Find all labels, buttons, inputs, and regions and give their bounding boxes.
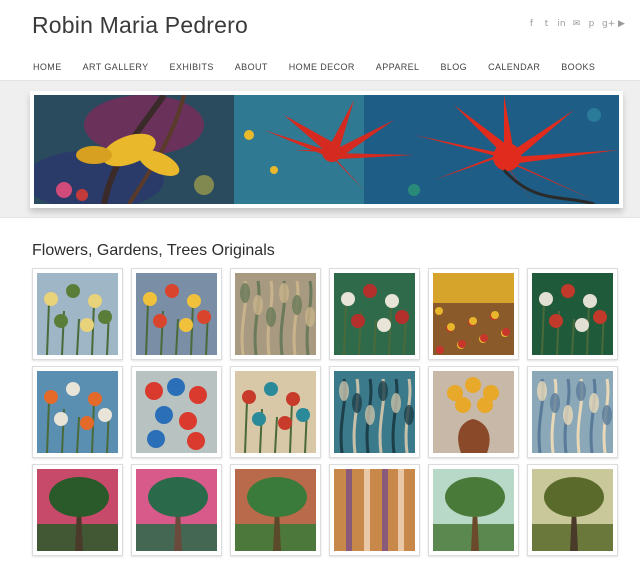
thumb-orange-poppies[interactable] [32, 366, 123, 458]
nav-item-exhibits[interactable]: EXHIBITS [170, 62, 214, 72]
thumb-magenta-tree[interactable] [131, 464, 222, 556]
thumb-autumn-birches[interactable] [329, 464, 420, 556]
nav-item-blog[interactable]: BLOG [440, 62, 467, 72]
twitter-icon[interactable]: t [542, 18, 551, 30]
artwork-image [37, 273, 118, 355]
thumb-pink-sky-tree[interactable] [32, 464, 123, 556]
thumb-colorful-circles[interactable] [131, 366, 222, 458]
nav-item-home[interactable]: HOME [33, 62, 62, 72]
linkedin-icon[interactable]: in [557, 18, 566, 30]
artwork-image [433, 273, 514, 355]
thumb-blue-stems[interactable] [527, 366, 618, 458]
facebook-icon[interactable]: f [527, 18, 536, 30]
artwork-image [136, 273, 217, 355]
email-icon[interactable]: ✉ [572, 18, 581, 30]
artwork-image [37, 371, 118, 453]
thumb-bird-garden[interactable] [230, 366, 321, 458]
site-title[interactable]: Robin Maria Pedrero [32, 12, 248, 39]
artwork-image [37, 469, 118, 551]
pinterest-icon[interactable]: p [587, 18, 596, 30]
nav-item-calendar[interactable]: CALENDAR [488, 62, 540, 72]
artwork-image [136, 371, 217, 453]
nav-item-about[interactable]: ABOUT [235, 62, 268, 72]
nav-item-books[interactable]: BOOKS [561, 62, 595, 72]
thumb-bright-bouquet[interactable] [131, 268, 222, 360]
thumb-dark-garden[interactable] [527, 268, 618, 360]
artwork-image [334, 371, 415, 453]
social-links: f t in ✉ p g+ ▶ [527, 18, 626, 30]
thumb-olive-tree[interactable] [527, 464, 618, 556]
thumb-earthy-leaves[interactable] [230, 268, 321, 360]
thumb-golden-field[interactable] [428, 268, 519, 360]
main-nav: HOME ART GALLERY EXHIBITS ABOUT HOME DECOR AP… [33, 62, 616, 72]
artwork-image [235, 469, 316, 551]
thumb-teal-trees[interactable] [329, 366, 420, 458]
section-title: Flowers, Gardens, Trees Originals [32, 242, 275, 259]
artwork-image [532, 469, 613, 551]
nav-item-art-gallery[interactable]: ART GALLERY [83, 62, 149, 72]
thumb-vase-sunflowers[interactable] [428, 366, 519, 458]
thumb-swing-tree[interactable] [230, 464, 321, 556]
artwork-image [235, 371, 316, 453]
hero-banner [30, 91, 623, 208]
artwork-gallery [32, 268, 622, 556]
thumb-green-tree[interactable] [428, 464, 519, 556]
artwork-image [433, 371, 514, 453]
nav-item-apparel[interactable]: APPAREL [376, 62, 420, 72]
nav-item-home-decor[interactable]: HOME DECOR [289, 62, 355, 72]
google-plus-icon[interactable]: g+ [602, 18, 615, 30]
artwork-image [334, 273, 415, 355]
thumb-garden-white-blooms[interactable] [329, 268, 420, 360]
thumb-pale-wildflowers[interactable] [32, 268, 123, 360]
artwork-image [235, 273, 316, 355]
youtube-icon[interactable]: ▶ [617, 18, 626, 30]
artwork-image [334, 469, 415, 551]
artwork-image [433, 469, 514, 551]
artwork-image [136, 469, 217, 551]
hero-banner-painting [34, 95, 619, 204]
artwork-image [532, 273, 613, 355]
artwork-image [532, 371, 613, 453]
